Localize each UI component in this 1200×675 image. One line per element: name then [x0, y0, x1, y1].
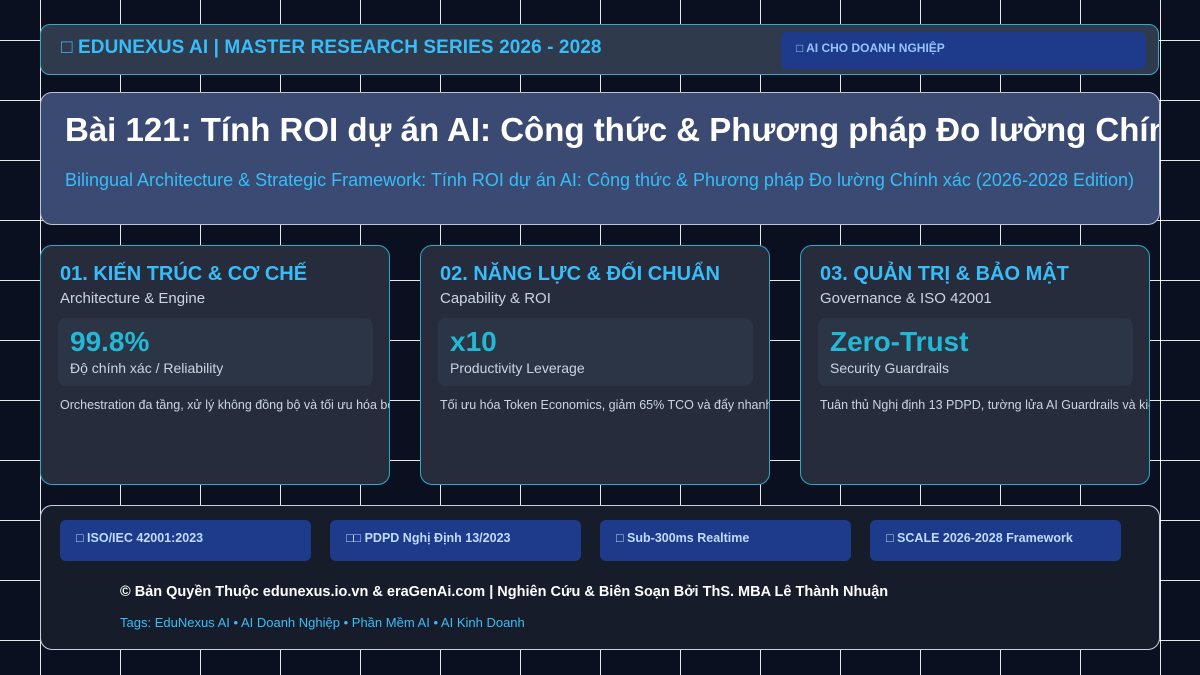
tag-list: Tags: EduNexus AI • AI Doanh Nghiệp • Ph… — [120, 615, 525, 630]
box-glyph-icon: □ — [886, 531, 894, 545]
card-description: Tuân thủ Nghị định 13 PDPD, tường lửa AI… — [820, 398, 1149, 412]
card-subtitle: Capability & ROI — [440, 290, 551, 307]
series-title-text: EDUNEXUS AI | MASTER RESEARCH SERIES 202… — [77, 37, 602, 58]
card-title: 02. NĂNG LỰC & ĐỐI CHUẨN — [440, 263, 720, 285]
badge-pdpd[interactable]: □□ PDPD Nghị Định 13/2023 — [330, 520, 581, 561]
box-glyph-icon: □ — [61, 37, 73, 58]
top-header-bar: □ EDUNEXUS AI | MASTER RESEARCH SERIES 2… — [40, 24, 1159, 75]
footer-panel: □ ISO/IEC 42001:2023 □□ PDPD Nghị Định 1… — [40, 505, 1160, 650]
badge-label: ISO/IEC 42001:2023 — [87, 531, 204, 545]
metric-label: Security Guardrails — [830, 360, 950, 376]
card-architecture: 01. KIẾN TRÚC & CƠ CHẾ Architecture & En… — [40, 245, 390, 485]
box-glyph-icon: □ — [616, 531, 624, 545]
badge-label: SCALE 2026-2028 Framework — [897, 531, 1073, 545]
tag-separator: • — [433, 615, 439, 630]
article-title: Bài 121: Tính ROI dự án AI: Công thức & … — [65, 111, 1160, 148]
box-glyph-icon: □□ — [346, 531, 362, 545]
metric-box: x10 Productivity Leverage — [438, 318, 753, 386]
tags-prefix: Tags: — [120, 615, 152, 630]
metric-value: x10 — [450, 326, 497, 357]
metric-box: 99.8% Độ chính xác / Reliability — [58, 318, 373, 386]
card-title: 01. KIẾN TRÚC & CƠ CHẾ — [60, 263, 308, 285]
copyright-notice: © Bản Quyền Thuộc edunexus.io.vn & eraGe… — [120, 584, 889, 600]
metric-value: Zero-Trust — [830, 326, 969, 357]
box-glyph-icon: □ — [76, 531, 84, 545]
hero-panel: Bài 121: Tính ROI dự án AI: Công thức & … — [40, 92, 1160, 225]
metric-label: Productivity Leverage — [450, 360, 585, 376]
metric-value: 99.8% — [70, 326, 150, 357]
series-title: □ EDUNEXUS AI | MASTER RESEARCH SERIES 2… — [61, 37, 602, 59]
badge-scale[interactable]: □ SCALE 2026-2028 Framework — [870, 520, 1121, 561]
badge-label: Sub-300ms Realtime — [627, 531, 750, 545]
category-badge[interactable]: □ AI CHO DOANH NGHIỆP — [781, 32, 1146, 69]
tag-link[interactable]: AI Doanh Nghiệp — [241, 615, 340, 630]
card-capability: 02. NĂNG LỰC & ĐỐI CHUẨN Capability & RO… — [420, 245, 770, 485]
article-subtitle: Bilingual Architecture & Strategic Frame… — [65, 170, 1135, 190]
category-badge-label: AI CHO DOANH NGHIỆP — [806, 41, 945, 55]
badge-iso[interactable]: □ ISO/IEC 42001:2023 — [60, 520, 311, 561]
card-subtitle: Architecture & Engine — [60, 290, 206, 307]
badge-label: PDPD Nghị Định 13/2023 — [364, 531, 511, 545]
card-description: Orchestration đa tầng, xử lý không đồng … — [60, 398, 390, 412]
badge-realtime[interactable]: □ Sub-300ms Realtime — [600, 520, 851, 561]
metric-box: Zero-Trust Security Guardrails — [818, 318, 1133, 386]
metric-label: Độ chính xác / Reliability — [70, 360, 224, 376]
tag-separator: • — [233, 615, 239, 630]
card-governance: 03. QUẢN TRỊ & BẢO MẬT Governance & ISO … — [800, 245, 1150, 485]
tag-link[interactable]: AI Kinh Doanh — [441, 615, 525, 630]
page-canvas: □ EDUNEXUS AI | MASTER RESEARCH SERIES 2… — [0, 0, 1200, 675]
tag-link[interactable]: EduNexus AI — [155, 615, 230, 630]
card-subtitle: Governance & ISO 42001 — [820, 290, 992, 307]
card-title: 03. QUẢN TRỊ & BẢO MẬT — [820, 263, 1069, 285]
card-description: Tối ưu hóa Token Economics, giảm 65% TCO… — [440, 398, 770, 412]
tag-separator: • — [343, 615, 349, 630]
tag-link[interactable]: Phần Mềm AI — [352, 615, 430, 630]
box-glyph-icon: □ — [796, 41, 804, 55]
